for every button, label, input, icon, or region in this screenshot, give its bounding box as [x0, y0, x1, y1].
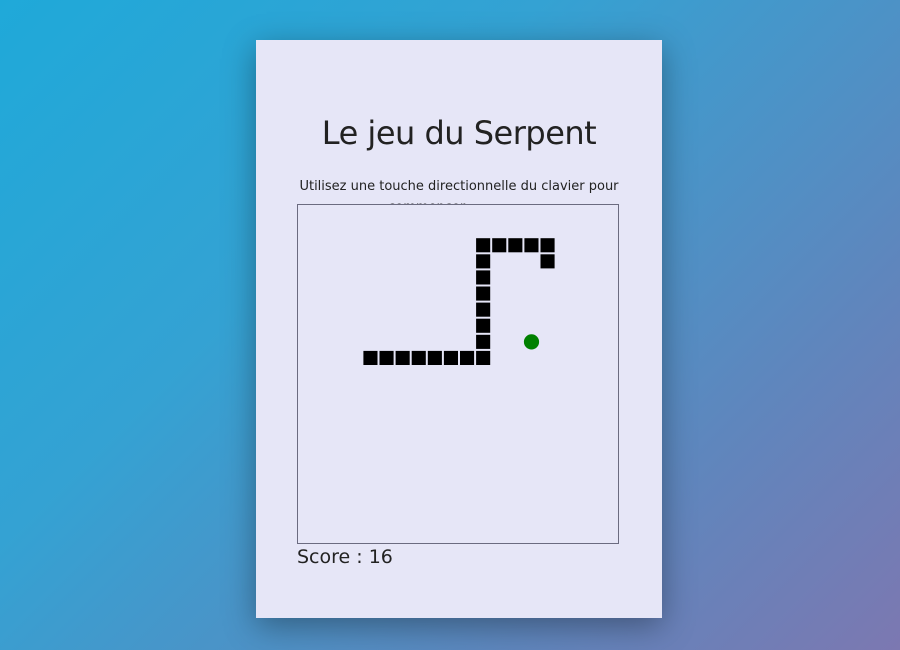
- snake-segment: [476, 270, 491, 285]
- snake-segment: [508, 238, 523, 253]
- snake-segment: [476, 286, 491, 301]
- snake-segment: [492, 238, 507, 253]
- snake-segment: [476, 334, 491, 349]
- snake-segment: [476, 238, 491, 253]
- game-board[interactable]: [297, 204, 619, 544]
- snake-segment: [524, 238, 539, 253]
- snake-segment: [540, 254, 555, 269]
- snake-segment: [395, 350, 410, 365]
- food-pellet: [523, 334, 540, 350]
- snake-segment: [476, 302, 491, 317]
- snake-segment: [540, 238, 555, 253]
- snake-segment: [476, 254, 491, 269]
- snake-segment: [379, 350, 394, 365]
- game-board-canvas[interactable]: [298, 205, 618, 543]
- snake-segment: [460, 350, 475, 365]
- page-title: Le jeu du Serpent: [321, 114, 597, 152]
- snake-segment: [363, 350, 378, 365]
- snake-segment: [427, 350, 442, 365]
- snake-segment: [476, 318, 491, 333]
- snake-segment: [411, 350, 426, 365]
- snake-segment: [476, 350, 491, 365]
- snake-segment: [443, 350, 458, 365]
- score-display: Score : 16: [297, 546, 393, 568]
